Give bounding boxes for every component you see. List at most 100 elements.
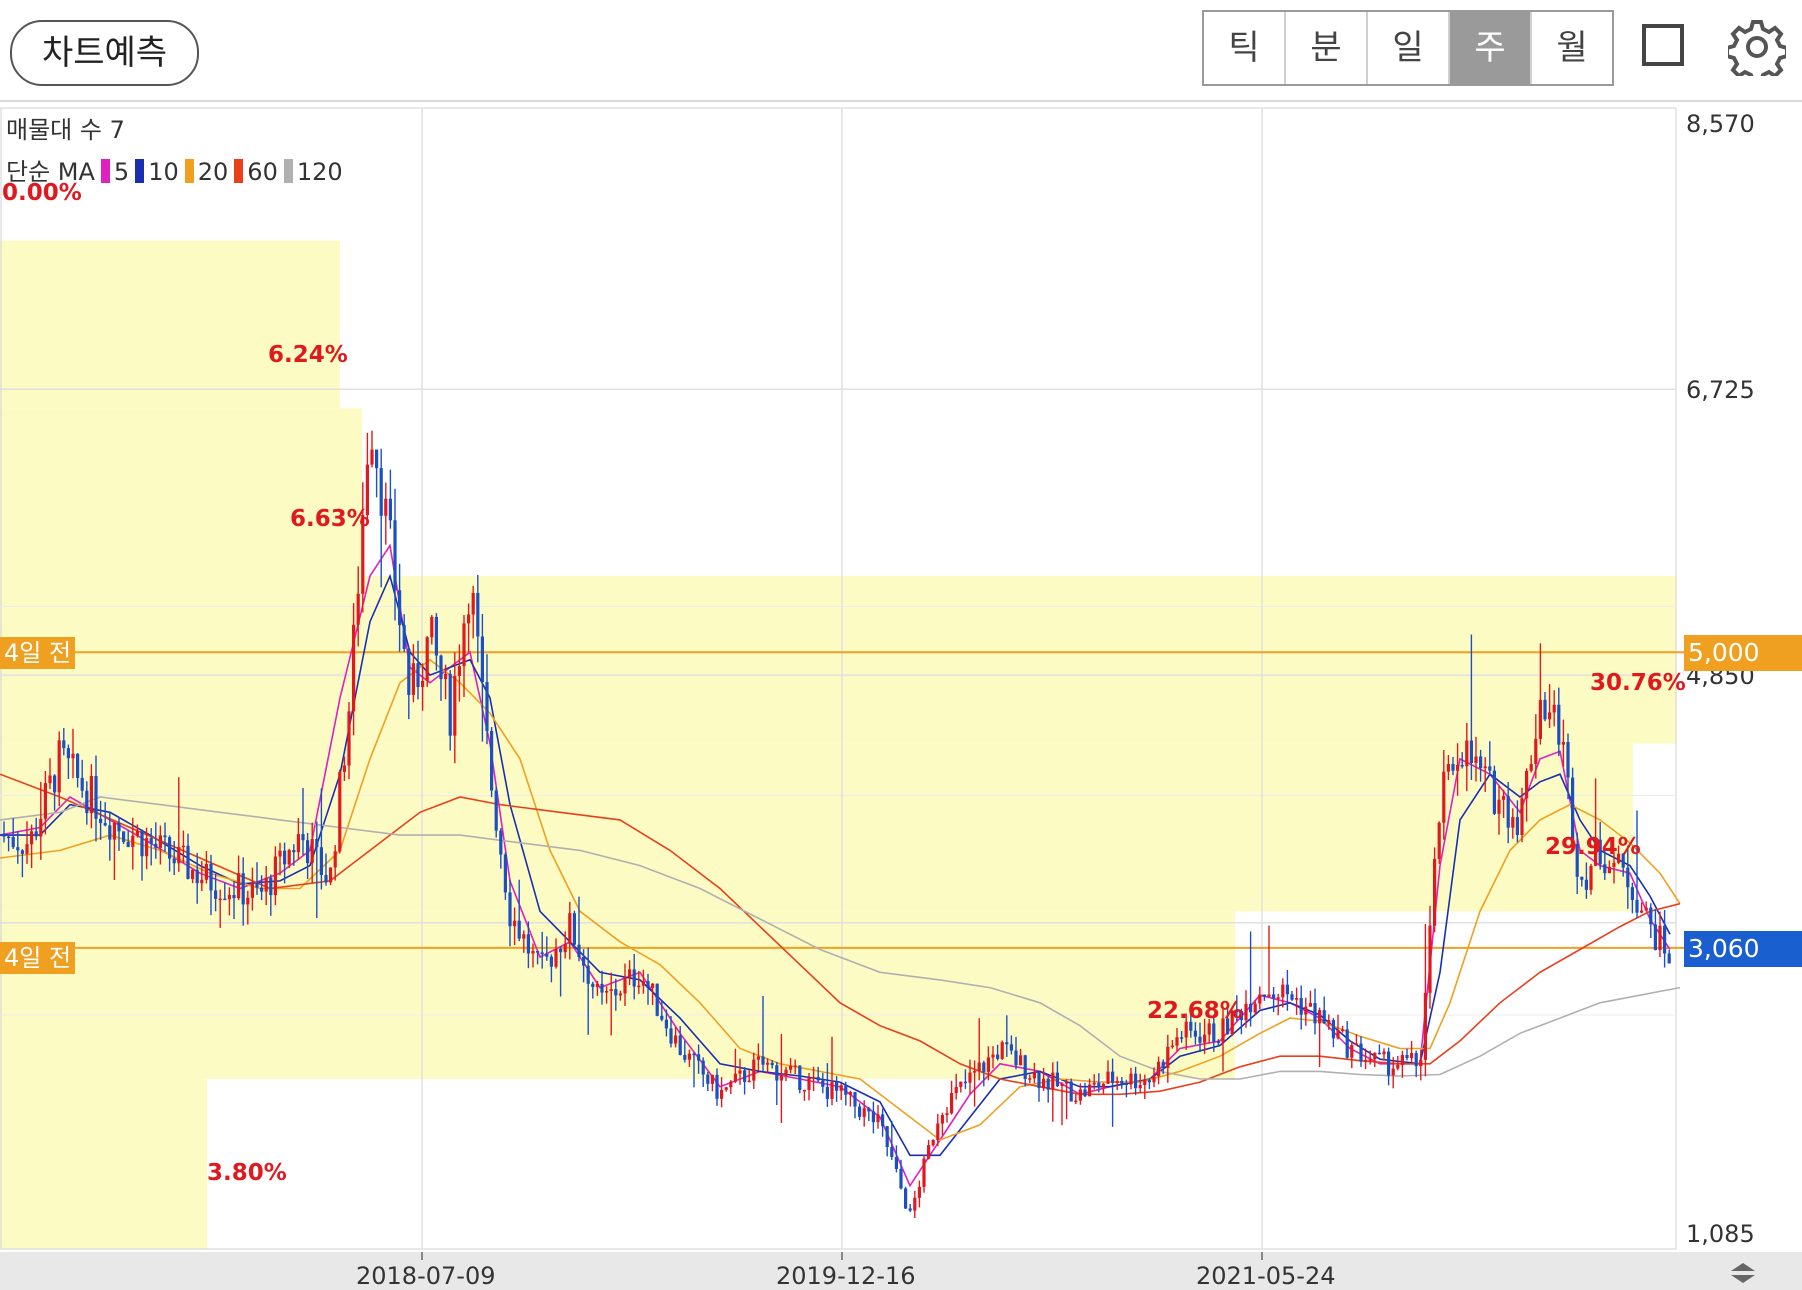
candle-body xyxy=(807,1077,811,1090)
candle xyxy=(1290,990,1294,1001)
candle-body xyxy=(1028,1078,1032,1080)
candle-body xyxy=(480,636,484,683)
y-tick-2: 6,725 xyxy=(1686,376,1755,404)
candle-body xyxy=(775,1065,779,1081)
candle-body xyxy=(1557,704,1561,745)
candle-body xyxy=(526,934,530,954)
candle-body xyxy=(76,753,80,778)
candle-body xyxy=(467,614,471,624)
candle-body xyxy=(1078,1089,1082,1101)
candle-body xyxy=(1042,1078,1046,1089)
square-icon[interactable] xyxy=(1642,24,1684,66)
candle xyxy=(1423,924,1427,1077)
candle-body xyxy=(876,1114,880,1123)
candle-body xyxy=(1640,910,1644,913)
candle-body xyxy=(1341,1029,1345,1031)
candle-body xyxy=(1253,1003,1257,1013)
candle-body xyxy=(669,1028,673,1044)
candle xyxy=(1281,978,1285,1008)
candle-body xyxy=(34,831,38,837)
scroll-handle-icon[interactable] xyxy=(1728,1260,1758,1286)
candle xyxy=(743,1067,747,1095)
candle-body xyxy=(333,851,337,868)
candle-body xyxy=(195,869,199,884)
candle-body xyxy=(402,625,406,649)
candle xyxy=(1400,1050,1404,1078)
candle-body xyxy=(1589,865,1593,890)
candle-body xyxy=(890,1147,894,1158)
candle-body xyxy=(1166,1046,1170,1068)
candle xyxy=(1428,905,1432,1009)
candle-body xyxy=(1479,756,1483,769)
ma10-legend: 10 xyxy=(148,158,179,186)
candle-body xyxy=(66,748,70,759)
candle-body xyxy=(1391,1068,1395,1076)
tab-week[interactable]: 주 xyxy=(1450,12,1532,84)
candle-body xyxy=(131,835,135,847)
candle-body xyxy=(1364,1060,1368,1062)
candle xyxy=(798,1065,802,1094)
tab-minute[interactable]: 분 xyxy=(1286,12,1368,84)
candle-body xyxy=(963,1081,967,1084)
candle-body xyxy=(1630,887,1634,900)
candle-body xyxy=(1299,998,1303,1015)
candle-body xyxy=(572,913,576,945)
tab-day[interactable]: 일 xyxy=(1368,12,1450,84)
candle xyxy=(959,1081,963,1093)
candle-body xyxy=(591,983,595,987)
candle-body xyxy=(186,845,190,879)
current-price-tag: 3,060 xyxy=(1684,931,1802,967)
candle-body xyxy=(1488,766,1492,771)
candle-body xyxy=(1414,1053,1418,1067)
candle-body xyxy=(692,1053,696,1056)
candle xyxy=(1083,1082,1087,1098)
candle-body xyxy=(204,863,208,880)
candle-body xyxy=(1658,925,1662,951)
candle-body xyxy=(453,675,457,736)
candle-body xyxy=(172,858,176,864)
candle-body xyxy=(1198,1036,1202,1043)
candle xyxy=(379,448,383,588)
candle-body xyxy=(940,1114,944,1124)
interval-tabs: 틱 분 일 주 월 xyxy=(1202,10,1614,86)
ma60-swatch xyxy=(234,159,244,183)
candle-body xyxy=(733,1073,737,1082)
candle-body xyxy=(1267,994,1271,997)
candle-body xyxy=(655,983,659,1016)
candle-body xyxy=(1014,1050,1018,1066)
candle-body xyxy=(1318,1010,1322,1024)
chart-predict-button[interactable]: 차트예측 xyxy=(10,20,199,86)
candle-body xyxy=(927,1145,931,1159)
candle xyxy=(1387,1047,1391,1086)
candle xyxy=(927,1139,931,1160)
candle-body xyxy=(1009,1044,1013,1051)
candle-body xyxy=(1262,994,1266,997)
candle-body xyxy=(1354,1043,1358,1046)
candle-body xyxy=(1428,925,1432,993)
candle-body xyxy=(112,822,116,840)
candle-body xyxy=(996,1054,1000,1059)
candle xyxy=(1267,925,1271,998)
candle xyxy=(384,482,388,545)
volume-zone-pct-4: 30.76% xyxy=(1590,670,1686,696)
candle-body xyxy=(163,835,167,838)
candle-body xyxy=(1612,862,1616,867)
candle-body xyxy=(1492,770,1496,814)
candle-body xyxy=(816,1077,820,1081)
volume-zone-pct-5: 6.63% xyxy=(290,506,370,532)
candle-body xyxy=(1451,764,1455,771)
candle xyxy=(1414,1050,1418,1078)
candlestick-chart[interactable] xyxy=(0,103,1802,1290)
gear-icon[interactable] xyxy=(1728,18,1786,76)
candle-body xyxy=(549,956,553,967)
candle xyxy=(908,1204,912,1213)
candle-body xyxy=(1134,1073,1138,1089)
tab-tick[interactable]: 틱 xyxy=(1204,12,1286,84)
candle-body xyxy=(1635,899,1639,913)
candle-body xyxy=(85,790,89,814)
candle-body xyxy=(660,1015,664,1020)
tab-month[interactable]: 월 xyxy=(1532,12,1612,84)
candle-body xyxy=(913,1197,917,1211)
candle-body xyxy=(39,818,43,837)
candle-body xyxy=(674,1035,678,1044)
